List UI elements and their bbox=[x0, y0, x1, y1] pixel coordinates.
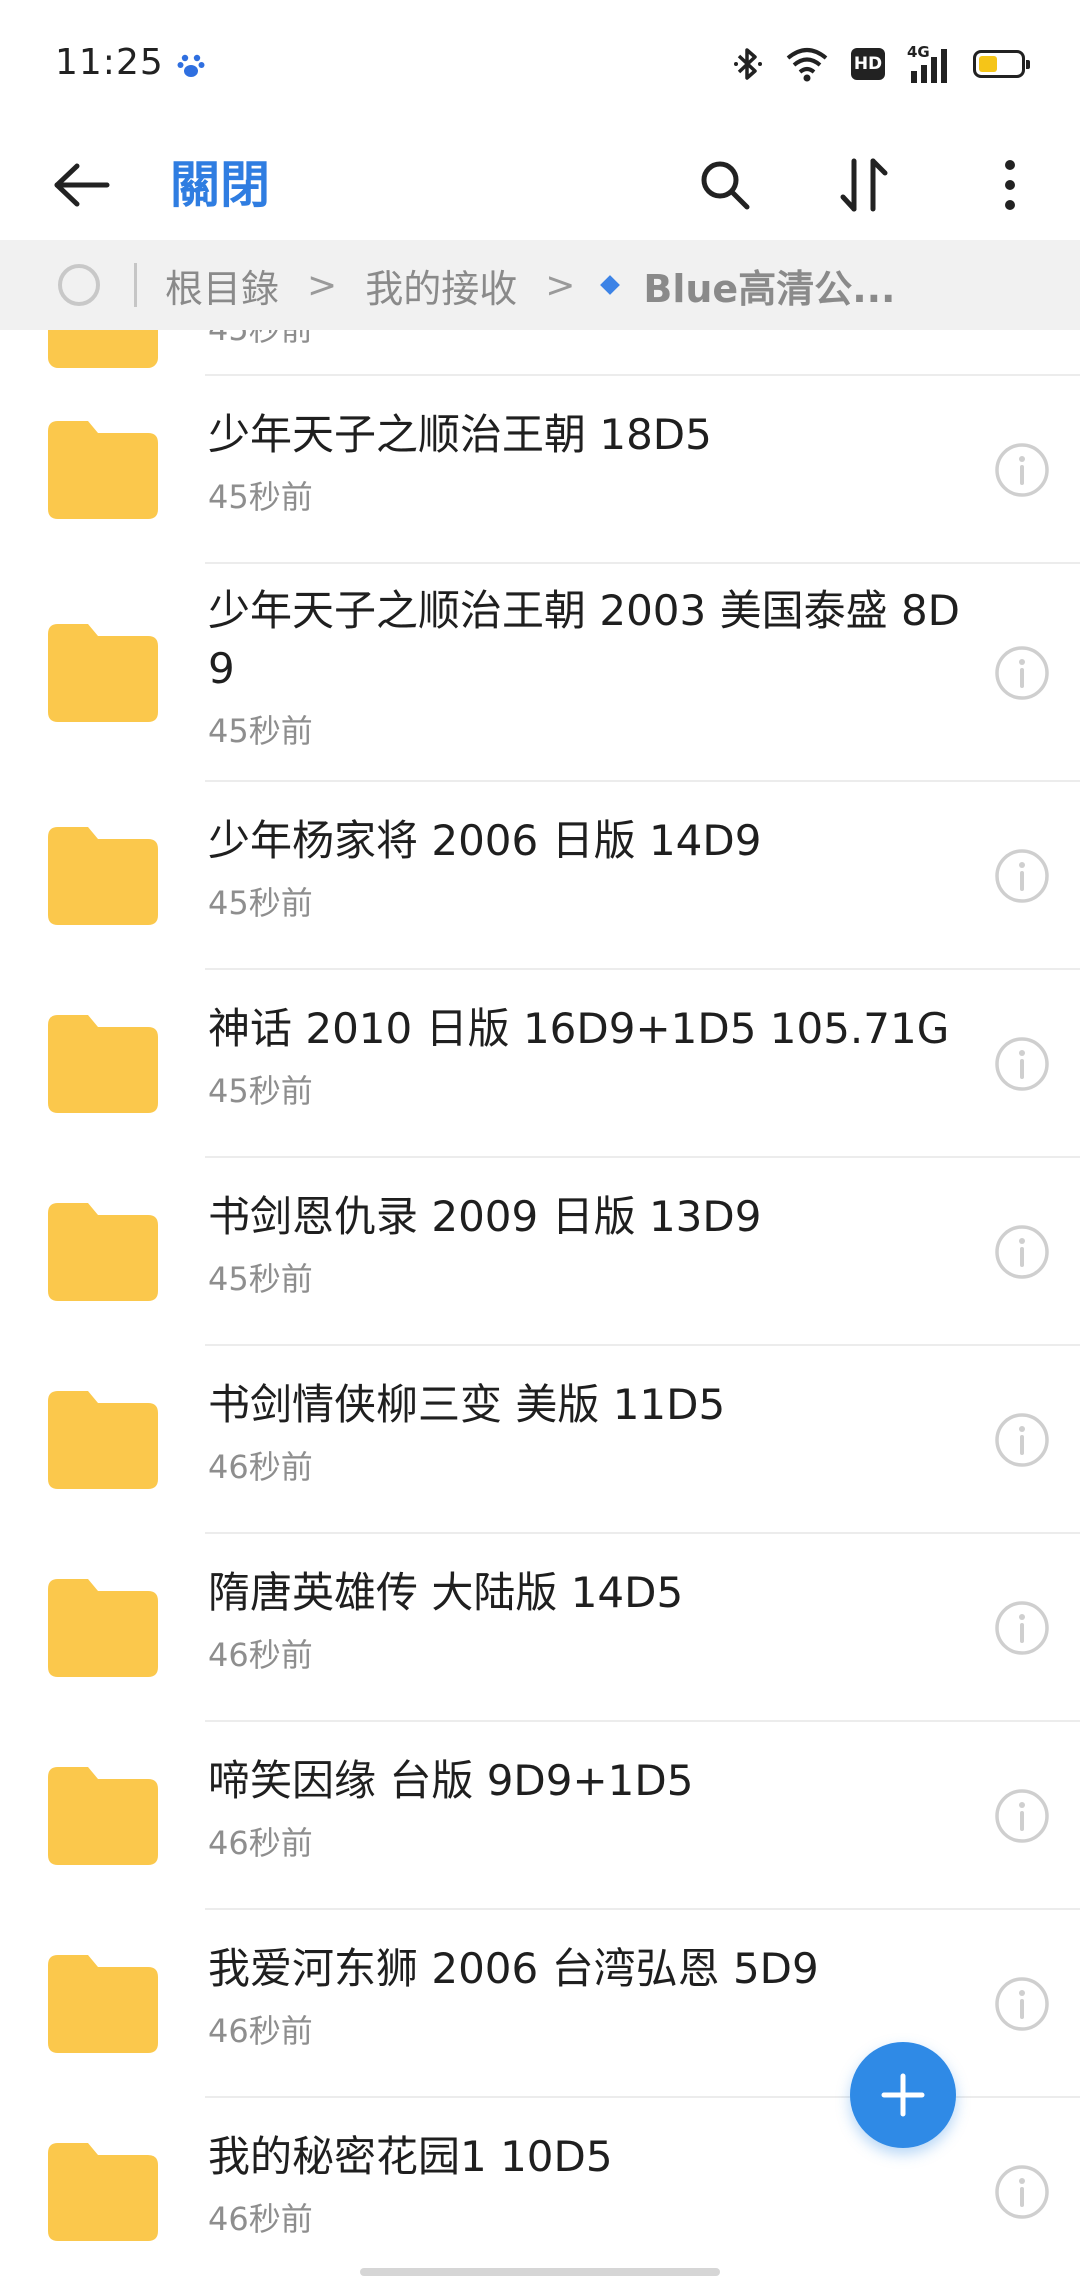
list-item[interactable]: 啼笑因缘 台版 9D9+1D5 46秒前 bbox=[0, 1722, 1080, 1910]
info-icon[interactable] bbox=[994, 442, 1050, 498]
list-item-text: 书剑情侠柳三变 美版 11D5 46秒前 bbox=[208, 1376, 968, 1490]
select-all-radio[interactable] bbox=[58, 264, 100, 306]
list-item[interactable]: 神话 2010 日版 16D9+1D5 105.71G 45秒前 bbox=[0, 970, 1080, 1158]
list-item-text: 书剑恩仇录 2009 日版 13D9 45秒前 bbox=[208, 1188, 968, 1302]
folder-icon bbox=[48, 1015, 158, 1113]
breadcrumb: 根目錄 > 我的接收 > Blue高清公... bbox=[0, 240, 1080, 330]
folder-icon bbox=[48, 1955, 158, 2053]
file-name: 书剑情侠柳三变 美版 11D5 bbox=[208, 1380, 726, 1429]
list-item-text: 少年天子之顺治王朝 2003 美国泰盛 8D9 45秒前 bbox=[208, 582, 968, 754]
search-button[interactable] bbox=[680, 140, 770, 230]
file-name: 隋唐英雄传 大陆版 14D5 bbox=[208, 1568, 684, 1617]
more-vertical-icon bbox=[1005, 160, 1015, 210]
arrow-left-icon bbox=[54, 163, 110, 207]
file-name: 我爱河东狮 2006 台湾弘恩 5D9 bbox=[208, 1944, 819, 1993]
list-item-partial[interactable]: 45秒前 bbox=[0, 330, 1080, 376]
folder-icon bbox=[48, 1579, 158, 1677]
signal-4g-icon: 4G bbox=[907, 43, 951, 83]
info-icon[interactable] bbox=[994, 1788, 1050, 1844]
file-time: 45秒前 bbox=[208, 1260, 313, 1298]
breadcrumb-current[interactable]: Blue高清公... bbox=[643, 258, 895, 313]
folder-icon bbox=[48, 1767, 158, 1865]
info-icon[interactable] bbox=[994, 1600, 1050, 1656]
home-indicator[interactable] bbox=[360, 2268, 720, 2276]
file-name: 少年天子之顺治王朝 2003 美国泰盛 8D9 bbox=[208, 586, 961, 693]
folder-icon bbox=[48, 1203, 158, 1301]
info-icon[interactable] bbox=[994, 645, 1050, 701]
status-bar: 11:25 HD 4G bbox=[0, 0, 1080, 130]
network-label: 4G bbox=[907, 43, 930, 61]
file-time: 46秒前 bbox=[208, 1636, 313, 1674]
list-item[interactable]: 书剑情侠柳三变 美版 11D5 46秒前 bbox=[0, 1346, 1080, 1534]
list-item-text: 少年天子之顺治王朝 18D5 45秒前 bbox=[208, 406, 968, 520]
list-item[interactable]: 少年天子之顺治王朝 2003 美国泰盛 8D9 45秒前 bbox=[0, 564, 1080, 782]
info-icon[interactable] bbox=[994, 1412, 1050, 1468]
file-time: 45秒前 bbox=[208, 330, 313, 352]
close-title[interactable]: 關閉 bbox=[170, 140, 270, 230]
app-bar: 關閉 bbox=[0, 130, 1080, 240]
hd-icon: HD bbox=[851, 48, 885, 80]
file-rows: 少年天子之顺治王朝 18D5 45秒前 少年天子之顺治王朝 2003 美国泰盛 8D… bbox=[0, 376, 1080, 2280]
list-item-text: 啼笑因缘 台版 9D9+1D5 46秒前 bbox=[208, 1752, 968, 1866]
battery-icon bbox=[973, 50, 1030, 78]
list-item-text: 我的秘密花园1 10D5 46秒前 bbox=[208, 2128, 968, 2242]
status-time: 11:25 bbox=[55, 42, 164, 83]
folder-icon bbox=[48, 2143, 158, 2241]
sort-button[interactable] bbox=[820, 140, 910, 230]
baidu-paw-icon bbox=[177, 54, 205, 77]
diamond-icon bbox=[600, 275, 621, 295]
list-item[interactable]: 隋唐英雄传 大陆版 14D5 46秒前 bbox=[0, 1534, 1080, 1722]
folder-icon bbox=[48, 330, 158, 368]
file-time: 45秒前 bbox=[208, 884, 313, 922]
search-icon bbox=[701, 161, 750, 210]
breadcrumb-separator: > bbox=[545, 264, 576, 306]
file-name: 神话 2010 日版 16D9+1D5 105.71G bbox=[208, 1004, 950, 1053]
file-time: 46秒前 bbox=[208, 2200, 313, 2238]
list-item-text: 我爱河东狮 2006 台湾弘恩 5D9 46秒前 bbox=[208, 1940, 968, 2054]
file-time: 45秒前 bbox=[208, 1072, 313, 1110]
list-item[interactable]: 少年杨家将 2006 日版 14D9 45秒前 bbox=[0, 782, 1080, 970]
file-list: 45秒前 少年天子之顺治王朝 18D545秒前少年天子之顺治王朝 2003 美国… bbox=[0, 330, 1080, 2280]
wifi-icon bbox=[786, 48, 828, 82]
folder-icon bbox=[48, 624, 158, 722]
file-name: 书剑恩仇录 2009 日版 13D9 bbox=[208, 1192, 762, 1241]
info-icon[interactable] bbox=[994, 2164, 1050, 2220]
list-item-text: 少年杨家将 2006 日版 14D9 45秒前 bbox=[208, 812, 968, 926]
breadcrumb-received[interactable]: 我的接收 bbox=[365, 258, 517, 313]
status-icons: HD 4G bbox=[733, 43, 1030, 84]
info-icon[interactable] bbox=[994, 848, 1050, 904]
file-time: 45秒前 bbox=[208, 478, 313, 516]
plus-icon bbox=[881, 2073, 925, 2117]
file-time: 46秒前 bbox=[208, 2012, 313, 2050]
back-button[interactable] bbox=[36, 140, 126, 230]
file-time: 45秒前 bbox=[208, 712, 313, 750]
file-name: 少年天子之顺治王朝 18D5 bbox=[208, 410, 712, 459]
info-icon[interactable] bbox=[994, 1036, 1050, 1092]
folder-icon bbox=[48, 421, 158, 519]
list-item[interactable]: 少年天子之顺治王朝 18D5 45秒前 bbox=[0, 376, 1080, 564]
file-time: 46秒前 bbox=[208, 1824, 313, 1862]
sort-icon bbox=[840, 158, 888, 212]
info-icon[interactable] bbox=[994, 1976, 1050, 2032]
list-item[interactable]: 书剑恩仇录 2009 日版 13D9 45秒前 bbox=[0, 1158, 1080, 1346]
info-icon[interactable] bbox=[994, 1224, 1050, 1280]
file-name: 我的秘密花园1 10D5 bbox=[208, 2132, 613, 2181]
folder-icon bbox=[48, 1391, 158, 1489]
add-button[interactable] bbox=[850, 2042, 956, 2148]
breadcrumb-divider bbox=[134, 263, 137, 307]
bluetooth-icon bbox=[734, 48, 762, 80]
file-name: 少年杨家将 2006 日版 14D9 bbox=[208, 816, 762, 865]
folder-icon bbox=[48, 827, 158, 925]
list-item-text: 神话 2010 日版 16D9+1D5 105.71G 45秒前 bbox=[208, 1000, 968, 1114]
hd-label: HD bbox=[853, 54, 883, 74]
file-name: 啼笑因缘 台版 9D9+1D5 bbox=[208, 1756, 694, 1805]
breadcrumb-root[interactable]: 根目錄 bbox=[165, 258, 279, 313]
more-options-button[interactable] bbox=[965, 140, 1055, 230]
file-time: 46秒前 bbox=[208, 1448, 313, 1486]
breadcrumb-separator: > bbox=[307, 264, 338, 306]
list-item-text: 隋唐英雄传 大陆版 14D5 46秒前 bbox=[208, 1564, 968, 1678]
